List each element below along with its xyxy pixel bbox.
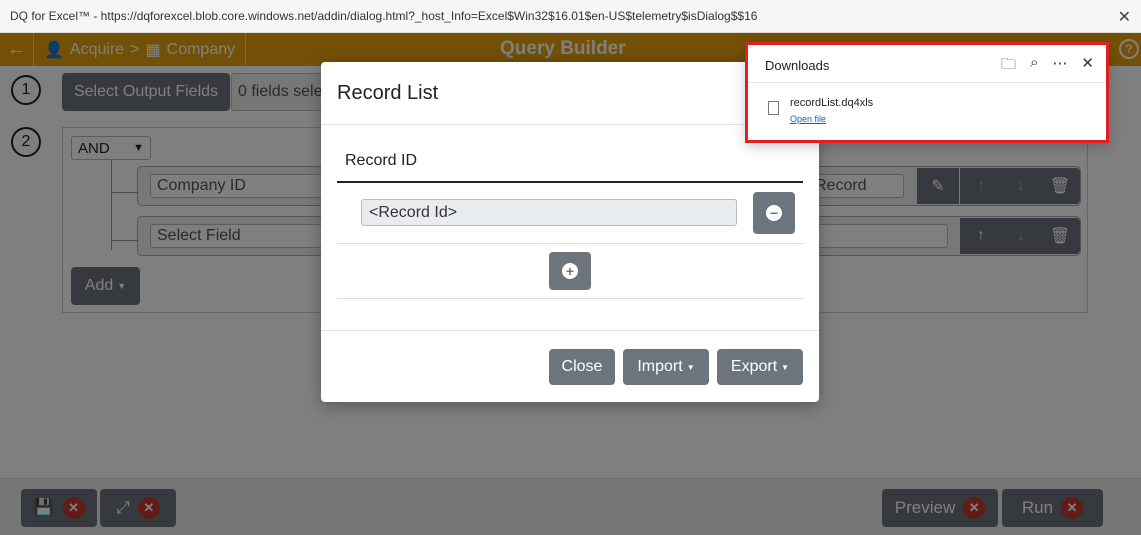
- open-file-link[interactable]: Open file: [790, 114, 826, 124]
- downloads-toolbar: 🗀 ⌕ ⋯ ✕: [1001, 54, 1094, 79]
- close-button[interactable]: Close: [549, 349, 615, 385]
- window-close-icon[interactable]: ✕: [1118, 7, 1131, 27]
- modal-title: Record List: [337, 82, 439, 104]
- export-label: Export: [730, 358, 778, 375]
- row-divider: [337, 298, 803, 299]
- downloads-divider: [748, 82, 1106, 83]
- downloads-title: Downloads: [765, 58, 830, 73]
- export-button[interactable]: Export ▼: [717, 349, 803, 385]
- more-options-icon[interactable]: ⋯: [1052, 54, 1067, 79]
- window-title: DQ for Excel™ - https://dqforexcel.blob.…: [10, 9, 758, 23]
- downloads-flyout: Downloads 🗀 ⌕ ⋯ ✕ recordList.dq4xls Open…: [745, 42, 1109, 143]
- folder-icon[interactable]: 🗀: [1001, 54, 1016, 79]
- import-button[interactable]: Import ▼: [623, 349, 709, 385]
- record-id-column-header: Record ID: [345, 152, 418, 169]
- import-label: Import: [637, 358, 683, 375]
- remove-record-button[interactable]: −: [753, 192, 795, 234]
- minus-circle-icon: −: [766, 205, 782, 221]
- caret-down-icon: ▼: [686, 362, 695, 372]
- row-divider: [337, 243, 803, 244]
- plus-circle-icon: +: [562, 263, 578, 279]
- download-file-name[interactable]: recordList.dq4xls: [790, 97, 873, 109]
- add-record-button[interactable]: +: [549, 252, 591, 290]
- close-icon[interactable]: ✕: [1081, 54, 1094, 79]
- file-icon: [768, 101, 779, 115]
- record-id-input[interactable]: <Record Id>: [361, 199, 737, 226]
- modal-footer-divider: [321, 330, 819, 331]
- column-header-divider: [337, 181, 803, 183]
- caret-down-icon: ▼: [781, 362, 790, 372]
- search-icon[interactable]: ⌕: [1030, 54, 1038, 79]
- window-titlebar: DQ for Excel™ - https://dqforexcel.blob.…: [0, 0, 1141, 33]
